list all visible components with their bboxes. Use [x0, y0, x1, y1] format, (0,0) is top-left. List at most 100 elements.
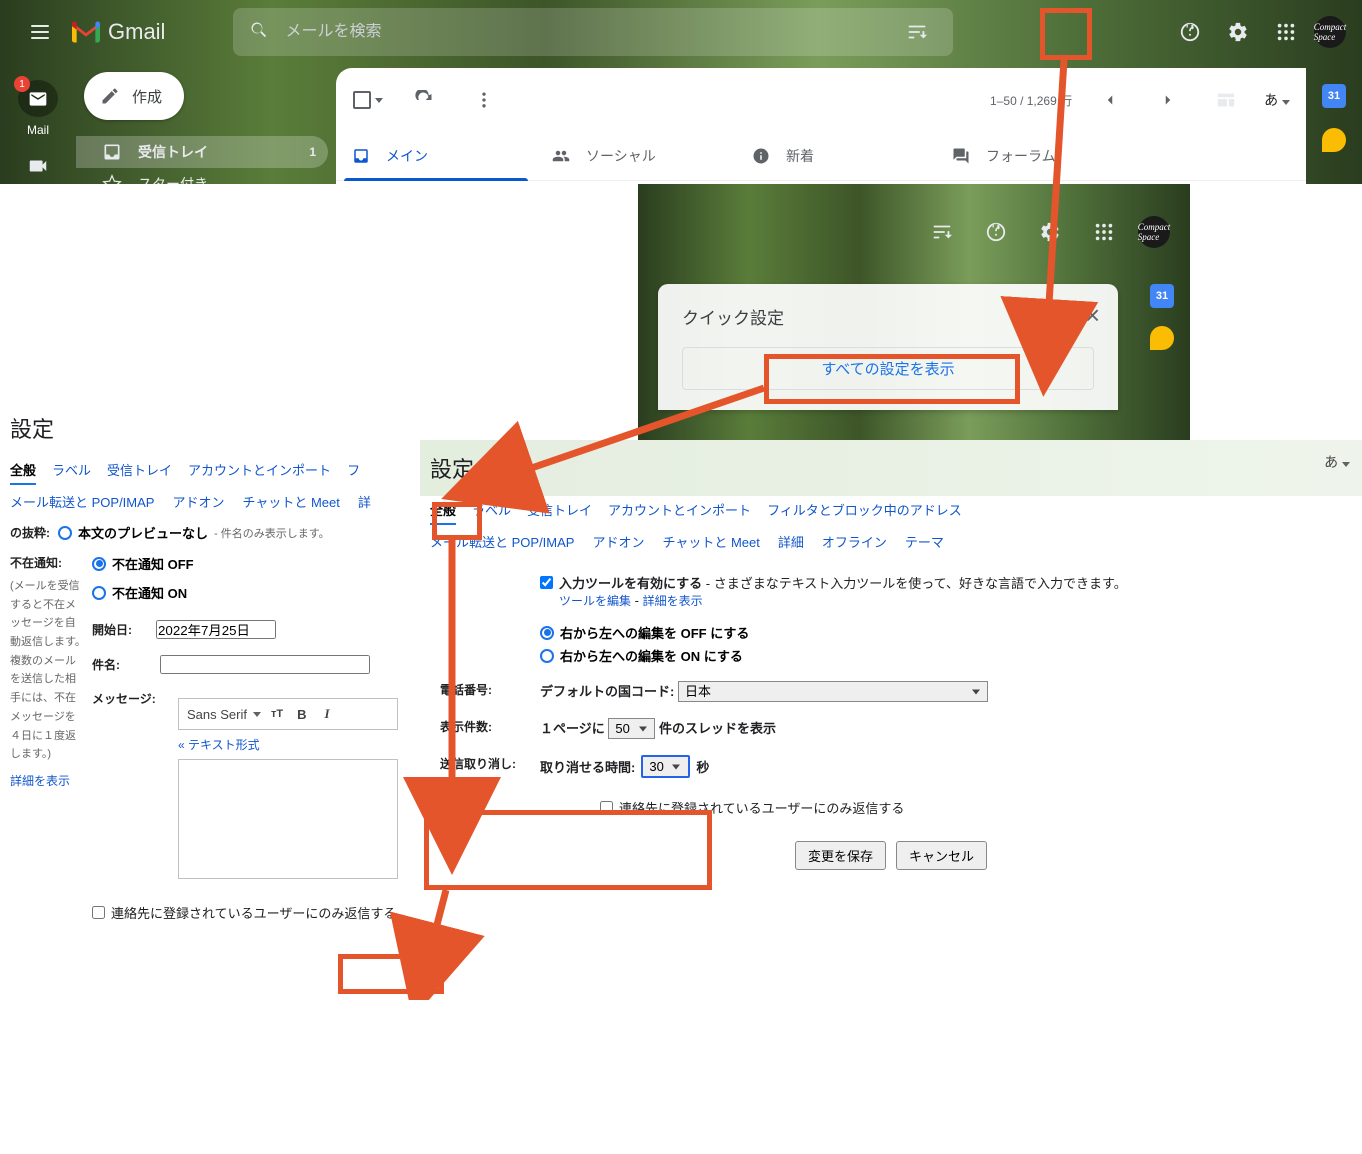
tab-label: メイン: [386, 146, 428, 166]
subject-input[interactable]: [160, 655, 370, 674]
google-apps-button[interactable]: [1266, 12, 1306, 52]
select-all-checkbox[interactable]: [352, 90, 384, 110]
input-method-button[interactable]: あ: [1324, 452, 1350, 472]
tab-forums[interactable]: フォーラム: [936, 132, 1136, 180]
contacts-only-checkbox[interactable]: [600, 801, 613, 814]
sidebar-item-label: 受信トレイ: [138, 142, 208, 162]
settings-button[interactable]: [1218, 12, 1258, 52]
rtl-on-radio[interactable]: 右から左への編集を ON にする: [540, 646, 1346, 665]
main-menu-button[interactable]: [16, 8, 64, 56]
tab-forwarding[interactable]: メール転送と POP/IMAP: [430, 532, 574, 551]
input-tool-checkbox-row: 入力ツールを有効にする - さまざまなテキスト入力ツールを使って、好きな言語で入…: [540, 573, 1346, 609]
close-button[interactable]: ×: [1085, 302, 1100, 328]
settings-panel-left: 設定 全般 ラベル 受信トレイ アカウントとインポート フ メール転送と POP…: [0, 400, 420, 928]
more-info-link[interactable]: 詳細を表示: [643, 594, 703, 608]
tab-forwarding[interactable]: メール転送と POP/IMAP: [10, 492, 154, 511]
search-options-button[interactable]: [922, 212, 962, 252]
font-select[interactable]: Sans Serif: [187, 707, 261, 722]
camera-icon: [27, 155, 49, 177]
country-code-select[interactable]: 日本: [678, 681, 988, 702]
calendar-addon-button[interactable]: 31: [1150, 284, 1174, 308]
excerpt-none-radio[interactable]: 本文のプレビューなし - 件名のみ表示します。: [58, 523, 330, 542]
tab-general[interactable]: 全般: [430, 496, 456, 525]
tab-general[interactable]: 全般: [10, 456, 36, 485]
tab-labels[interactable]: ラベル: [472, 496, 511, 525]
tab-addons[interactable]: アドオン: [172, 492, 224, 511]
tab-primary[interactable]: メイン: [336, 132, 536, 180]
people-icon: [552, 147, 570, 165]
compose-button[interactable]: 作成: [84, 72, 184, 120]
text-mode-link[interactable]: « テキスト形式: [178, 736, 398, 753]
cancel-button[interactable]: キャンセル: [896, 841, 987, 870]
see-all-settings-button[interactable]: すべての設定を表示: [682, 347, 1094, 390]
search-bar[interactable]: [233, 8, 953, 56]
contacts-only-label: 連絡先に登録されているユーザーにのみ返信する: [111, 903, 396, 922]
start-date-input[interactable]: [156, 620, 276, 639]
contacts-only-checkbox[interactable]: [92, 906, 105, 919]
edit-tool-link[interactable]: ツールを編集: [559, 594, 631, 608]
undo-send-row: 取り消せる時間: 30 秒: [540, 755, 1346, 778]
phone-label: 電話番号:: [440, 681, 530, 702]
italic-button[interactable]: I: [320, 706, 333, 722]
tab-addons[interactable]: アドオン: [592, 532, 644, 551]
tab-themes[interactable]: テーマ: [905, 532, 944, 551]
message-textarea[interactable]: [178, 759, 398, 879]
pagesize-select[interactable]: 50: [608, 718, 655, 739]
meet-button[interactable]: [18, 147, 58, 184]
tab-offline[interactable]: オフライン: [822, 532, 887, 551]
font-size-button[interactable]: тT: [271, 708, 283, 720]
split-pane-button[interactable]: [1206, 80, 1246, 120]
chevron-down-icon: [375, 98, 383, 103]
refresh-button[interactable]: [404, 80, 444, 120]
more-button[interactable]: [464, 80, 504, 120]
split-icon: [1215, 89, 1237, 111]
bold-button[interactable]: B: [293, 707, 310, 722]
radio-icon: [92, 557, 106, 571]
gmail-logo[interactable]: Gmail: [72, 19, 165, 45]
tab-inbox[interactable]: 受信トレイ: [527, 496, 592, 525]
input-tool-checkbox[interactable]: [540, 576, 553, 589]
keep-addon-button[interactable]: [1322, 128, 1346, 152]
search-options-button[interactable]: [897, 12, 937, 52]
vacation-off-radio[interactable]: 不在通知 OFF: [92, 554, 410, 573]
prev-page-button[interactable]: [1090, 80, 1130, 120]
mail-app-button[interactable]: 1: [18, 80, 58, 117]
settings-subtabs: メール転送と POP/IMAP アドオン チャットと Meet 詳: [0, 486, 420, 517]
support-button[interactable]: [1170, 12, 1210, 52]
undo-seconds-select[interactable]: 30: [643, 757, 688, 776]
search-input[interactable]: [285, 23, 881, 41]
gmail-body: 1 Mail 作成 受信トレイ 1 スター付き: [0, 64, 1362, 184]
tab-chat[interactable]: チャットと Meet: [242, 492, 339, 511]
envelope-icon: [28, 89, 48, 109]
tab-updates[interactable]: 新着: [736, 132, 936, 180]
tab-advanced[interactable]: 詳細: [778, 532, 804, 551]
support-button[interactable]: [976, 212, 1016, 252]
next-page-button[interactable]: [1148, 80, 1188, 120]
vacation-on-radio[interactable]: 不在通知 ON: [92, 583, 410, 602]
subject-label: 件名:: [92, 656, 120, 673]
account-avatar[interactable]: Compact Space: [1138, 216, 1170, 248]
rtl-off-radio[interactable]: 右から左への編集を OFF にする: [540, 623, 1346, 642]
vacation-label: 不在通知:: [10, 554, 86, 571]
vacation-help: (メールを受信すると不在メッセージを自動返信します。複数のメールを送信した相手に…: [10, 577, 86, 764]
keep-addon-button[interactable]: [1150, 326, 1174, 350]
tab-cut[interactable]: フ: [347, 456, 360, 485]
pagesize-label: 表示件数:: [440, 718, 530, 739]
tab-accounts[interactable]: アカウントとインポート: [188, 456, 331, 485]
tab-cut2[interactable]: 詳: [358, 492, 371, 511]
tab-accounts[interactable]: アカウントとインポート: [608, 496, 751, 525]
tab-filters[interactable]: フィルタとブロック中のアドレス: [767, 496, 962, 525]
calendar-addon-button[interactable]: 31: [1322, 84, 1346, 108]
google-apps-button[interactable]: [1084, 212, 1124, 252]
account-avatar[interactable]: Compact Space: [1314, 16, 1346, 48]
tab-chat[interactable]: チャットと Meet: [662, 532, 759, 551]
tab-labels[interactable]: ラベル: [52, 456, 91, 485]
tab-inbox[interactable]: 受信トレイ: [107, 456, 172, 485]
input-method-button[interactable]: あ: [1264, 90, 1290, 110]
show-more-link[interactable]: 詳細を表示: [10, 772, 86, 789]
tab-social[interactable]: ソーシャル: [536, 132, 736, 180]
settings-button[interactable]: [1030, 212, 1070, 252]
sidebar-item-inbox[interactable]: 受信トレイ 1: [76, 136, 328, 168]
sidebar-item-starred[interactable]: スター付き: [76, 168, 328, 184]
save-button[interactable]: 変更を保存: [795, 841, 886, 870]
